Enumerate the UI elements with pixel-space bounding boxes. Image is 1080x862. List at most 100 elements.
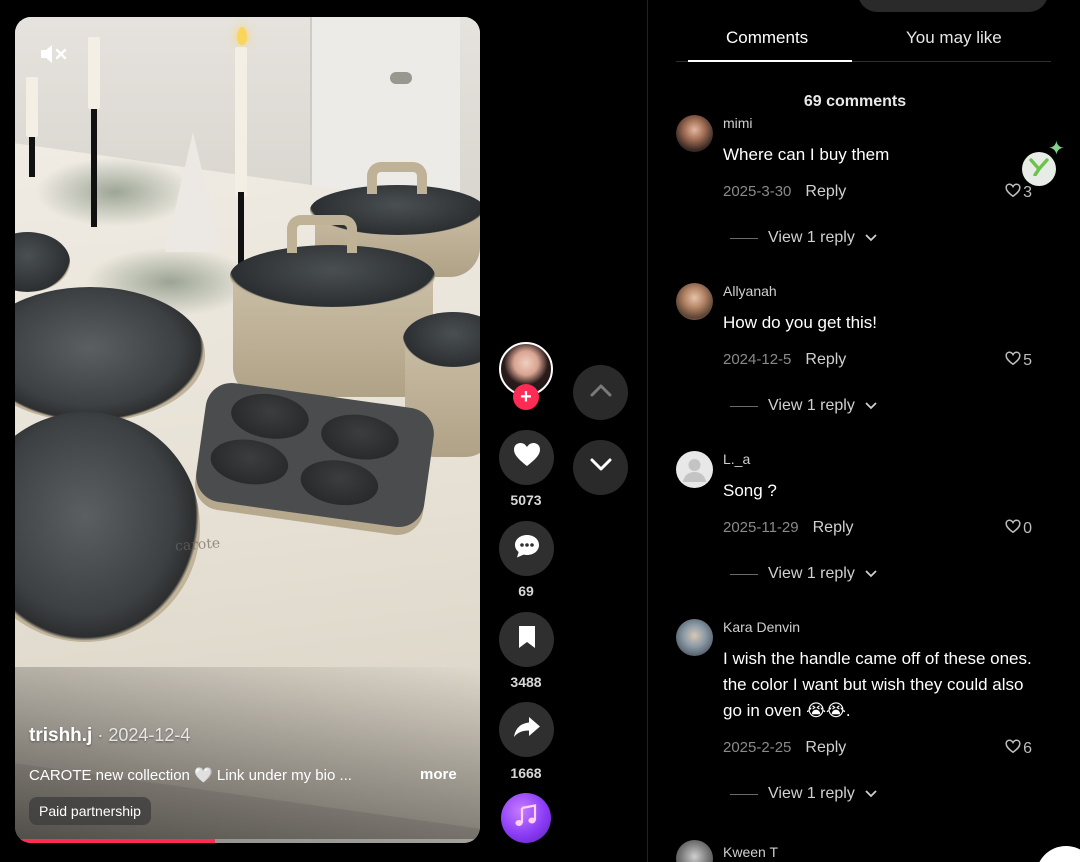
- reply-button[interactable]: Reply: [805, 739, 846, 756]
- comment-text: How do you get this!: [723, 313, 878, 332]
- avatar[interactable]: [676, 451, 713, 488]
- comment-meta: 2025-3-30 Reply: [723, 183, 846, 201]
- comment-meta: 2025-11-29 Reply: [723, 519, 854, 537]
- lid-handle: [287, 215, 357, 253]
- decor-tree: [165, 132, 221, 252]
- comment-like-count: 3: [1023, 184, 1032, 201]
- heart-outline-icon: [1005, 351, 1021, 371]
- comment-icon: [513, 533, 541, 564]
- comment-date: 2025-2-25: [723, 739, 792, 756]
- view-replies-label: View 1 reply: [768, 397, 855, 414]
- chevron-down-icon: [590, 458, 612, 477]
- default-avatar-icon: [683, 459, 706, 482]
- reply-button[interactable]: Reply: [805, 183, 846, 200]
- share-button[interactable]: [499, 702, 554, 757]
- candle: [26, 77, 38, 137]
- video-caption: CAROTE new collection 🤍 Link under my bi…: [29, 767, 352, 784]
- comment-like-count: 5: [1023, 352, 1032, 369]
- follow-button[interactable]: +: [513, 384, 539, 410]
- video-author[interactable]: trishh.j: [29, 725, 92, 746]
- next-video-button[interactable]: [573, 440, 628, 495]
- view-replies-dash: [730, 573, 758, 575]
- avatar[interactable]: [676, 840, 713, 862]
- comment-like-count: 6: [1023, 740, 1032, 757]
- comment-count: 69: [518, 583, 534, 599]
- comment-username[interactable]: Allyanah: [723, 283, 777, 299]
- search-bar[interactable]: [858, 0, 1048, 12]
- lid-handle: [367, 162, 427, 194]
- save-count: 3488: [510, 674, 542, 690]
- egg-slot: [207, 434, 292, 490]
- comment-like-button[interactable]: 0: [1005, 519, 1032, 539]
- comment-username[interactable]: mimi: [723, 115, 753, 131]
- comment-item: Allyanah How do you get this! 2024-12-5 R…: [676, 283, 1036, 423]
- like-button[interactable]: [499, 430, 554, 485]
- paid-partnership-badge: Paid partnership: [29, 797, 151, 825]
- caption-more-button[interactable]: more: [420, 766, 457, 783]
- comment-item: Kween T: [676, 840, 1036, 862]
- view-replies-button[interactable]: View 1 reply: [730, 229, 877, 247]
- action-rail: + 5073 69 3488 1668: [496, 0, 556, 862]
- chevron-down-icon: [865, 229, 877, 247]
- music-note-icon: [514, 803, 538, 833]
- video-progress-bar[interactable]: [15, 839, 480, 843]
- candle-holder: [91, 107, 97, 227]
- egg-slot: [318, 409, 402, 465]
- reply-button[interactable]: Reply: [805, 351, 846, 368]
- video-scene-doorknob: [390, 72, 412, 84]
- egg-slot: [297, 455, 382, 510]
- heart-outline-icon: [1005, 183, 1021, 203]
- comment-username[interactable]: L._a: [723, 451, 750, 467]
- comment-date: 2025-3-30: [723, 183, 792, 200]
- comment-like-button[interactable]: 3: [1005, 183, 1032, 203]
- corner-overlay: [1036, 846, 1080, 862]
- bookmark-icon: [517, 625, 537, 654]
- tab-you-may-like[interactable]: You may like: [906, 28, 1002, 48]
- music-disc-button[interactable]: [501, 793, 551, 843]
- comment-item: Kara Denvin I wish the handle came off o…: [676, 619, 1036, 819]
- avatar[interactable]: [676, 115, 713, 152]
- tab-comments[interactable]: Comments: [726, 28, 808, 48]
- video-progress-fill: [15, 839, 215, 843]
- view-replies-label: View 1 reply: [768, 229, 855, 246]
- view-replies-label: View 1 reply: [768, 785, 855, 802]
- view-replies-button[interactable]: View 1 reply: [730, 397, 877, 415]
- candle: [88, 37, 100, 109]
- brand-mark: carote: [174, 535, 221, 555]
- avatar[interactable]: [676, 283, 713, 320]
- avatar[interactable]: [676, 619, 713, 656]
- comment-item: mimi Where can I buy them 2025-3-30 Reply…: [676, 115, 1036, 255]
- comment-button[interactable]: [499, 521, 554, 576]
- chevron-up-icon: [590, 383, 612, 402]
- reply-button[interactable]: Reply: [813, 519, 854, 536]
- y-logo-icon: [1029, 157, 1049, 181]
- panel-divider: [647, 0, 648, 862]
- comment-item: L._a Song ? 2025-11-29 Reply 0 View 1 rep…: [676, 451, 1036, 591]
- view-replies-button[interactable]: View 1 reply: [730, 785, 877, 803]
- view-replies-label: View 1 reply: [768, 565, 855, 582]
- active-tab-indicator: [688, 60, 852, 62]
- view-replies-button[interactable]: View 1 reply: [730, 565, 877, 583]
- comment-like-button[interactable]: 5: [1005, 351, 1032, 371]
- heart-outline-icon: [1005, 739, 1021, 759]
- chevron-down-icon: [865, 397, 877, 415]
- view-replies-dash: [730, 237, 758, 239]
- heart-icon: [513, 442, 541, 473]
- egg-slot: [228, 389, 312, 444]
- comment-text: Where can I buy them: [723, 145, 890, 164]
- share-count: 1668: [510, 765, 542, 781]
- bookmark-button[interactable]: [499, 612, 554, 667]
- comment-username[interactable]: Kween T: [723, 844, 778, 860]
- chevron-down-icon: [865, 565, 877, 583]
- previous-video-button[interactable]: [573, 365, 628, 420]
- pot-lid: [230, 245, 435, 307]
- comment-like-button[interactable]: 6: [1005, 739, 1032, 759]
- video-player[interactable]: carote trishh.j · 2024-12-4 CAROTE new c…: [15, 17, 480, 843]
- mute-icon[interactable]: [39, 42, 69, 66]
- comment-text: Song ?: [723, 481, 777, 500]
- comment-username[interactable]: Kara Denvin: [723, 619, 800, 635]
- video-date: 2024-12-4: [108, 725, 191, 745]
- comment-like-count: 0: [1023, 520, 1032, 537]
- comment-text: I wish the handle came off of these ones…: [723, 649, 1032, 720]
- comment-date: 2024-12-5: [723, 351, 792, 368]
